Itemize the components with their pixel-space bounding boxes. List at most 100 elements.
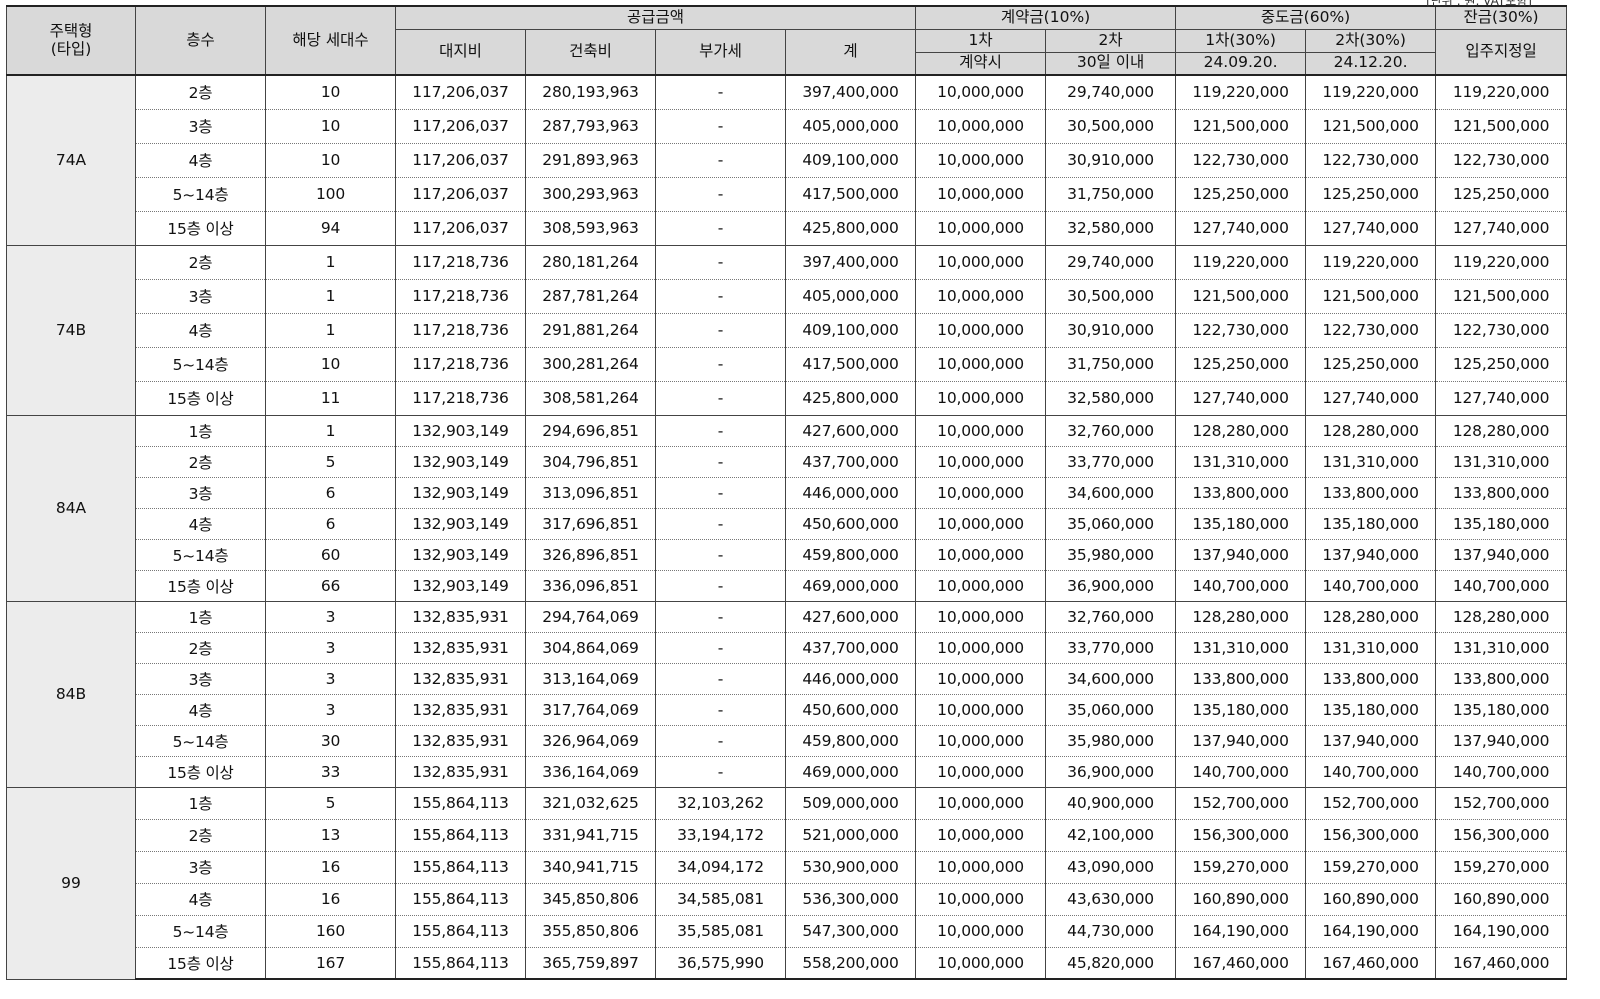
balance-cell: 159,270,000	[1435, 851, 1568, 884]
deposit-1-cell: 10,000,000	[915, 177, 1047, 212]
units-cell: 30	[265, 725, 396, 757]
land-cost-cell: 117,206,037	[395, 109, 526, 144]
middle-1-cell: 135,180,000	[1175, 694, 1307, 726]
building-cost-cell: 336,096,851	[525, 570, 656, 602]
deposit-1-cell: 10,000,000	[915, 632, 1047, 664]
header-mid2-when: 24.12.20.	[1305, 51, 1437, 76]
middle-1-cell: 164,190,000	[1175, 915, 1307, 948]
deposit-2-cell: 30,500,000	[1045, 109, 1177, 144]
deposit-2-cell: 35,060,000	[1045, 694, 1177, 726]
balance-cell: 122,730,000	[1435, 143, 1568, 178]
balance-cell: 121,500,000	[1435, 109, 1568, 144]
units-cell: 3	[265, 663, 396, 695]
floor-cell: 15층 이상	[135, 211, 266, 246]
land-cost-cell: 155,864,113	[395, 819, 526, 852]
units-cell: 3	[265, 632, 396, 664]
deposit-1-cell: 10,000,000	[915, 819, 1047, 852]
deposit-2-cell: 36,900,000	[1045, 756, 1177, 788]
balance-cell: 127,740,000	[1435, 211, 1568, 246]
units-cell: 6	[265, 477, 396, 509]
land-cost-cell: 117,206,037	[395, 177, 526, 212]
floor-cell: 2층	[135, 75, 266, 110]
middle-1-cell: 125,250,000	[1175, 177, 1307, 212]
total-cell: 469,000,000	[784, 570, 917, 602]
land-cost-cell: 117,218,736	[395, 347, 526, 382]
building-cost-cell: 308,581,264	[525, 381, 656, 416]
units-cell: 5	[265, 787, 396, 820]
type-cell: 99	[6, 787, 136, 980]
building-cost-cell: 300,293,963	[525, 177, 656, 212]
units-cell: 94	[265, 211, 396, 246]
balance-cell: 122,730,000	[1435, 313, 1568, 348]
middle-2-cell: 121,500,000	[1305, 279, 1437, 314]
vat-cell: 33,194,172	[655, 819, 786, 852]
deposit-1-cell: 10,000,000	[915, 787, 1047, 820]
units-cell: 66	[265, 570, 396, 602]
deposit-1-cell: 10,000,000	[915, 279, 1047, 314]
vat-cell: -	[655, 756, 786, 788]
vat-cell: -	[655, 313, 786, 348]
total-cell: 417,500,000	[784, 177, 917, 212]
table-row: 2층 5 132,903,149 304,796,851-437,700,000 10,…	[7, 446, 1568, 478]
land-cost-cell: 117,218,736	[395, 279, 526, 314]
building-cost-cell: 304,864,069	[525, 632, 656, 664]
building-cost-cell: 317,696,851	[525, 508, 656, 540]
middle-2-cell: 122,730,000	[1305, 313, 1437, 348]
deposit-2-cell: 45,820,000	[1045, 947, 1177, 980]
vat-cell: 34,094,172	[655, 851, 786, 884]
building-cost-cell: 313,164,069	[525, 663, 656, 695]
floor-cell: 2층	[135, 446, 266, 478]
middle-2-cell: 127,740,000	[1305, 211, 1437, 246]
building-cost-cell: 326,964,069	[525, 725, 656, 757]
building-cost-cell: 291,893,963	[525, 143, 656, 178]
vat-cell: -	[655, 632, 786, 664]
floor-cell: 1층	[135, 415, 266, 447]
land-cost-cell: 132,835,931	[395, 632, 526, 664]
units-cell: 5	[265, 446, 396, 478]
middle-2-cell: 121,500,000	[1305, 109, 1437, 144]
type-cell: 74B	[6, 245, 136, 416]
units-cell: 10	[265, 109, 396, 144]
total-cell: 437,700,000	[784, 632, 917, 664]
vat-cell: -	[655, 279, 786, 314]
table-row: 3층 10 117,206,037 287,793,963-405,000,000 10…	[7, 109, 1568, 144]
units-cell: 10	[265, 143, 396, 178]
deposit-2-cell: 43,090,000	[1045, 851, 1177, 884]
floor-cell: 15층 이상	[135, 381, 266, 416]
floor-cell: 15층 이상	[135, 756, 266, 788]
deposit-1-cell: 10,000,000	[915, 725, 1047, 757]
deposit-2-cell: 32,580,000	[1045, 381, 1177, 416]
building-cost-cell: 365,759,897	[525, 947, 656, 980]
header-dep1-when: 계약시	[915, 51, 1047, 76]
deposit-1-cell: 10,000,000	[915, 883, 1047, 916]
total-cell: 459,800,000	[784, 539, 917, 571]
land-cost-cell: 132,835,931	[395, 694, 526, 726]
middle-1-cell: 122,730,000	[1175, 143, 1307, 178]
deposit-1-cell: 10,000,000	[915, 694, 1047, 726]
middle-1-cell: 128,280,000	[1175, 415, 1307, 447]
deposit-2-cell: 31,750,000	[1045, 177, 1177, 212]
balance-cell: 125,250,000	[1435, 177, 1568, 212]
header-mid1: 1차(30%)	[1175, 28, 1307, 53]
vat-cell: -	[655, 601, 786, 633]
total-cell: 405,000,000	[784, 109, 917, 144]
middle-1-cell: 135,180,000	[1175, 508, 1307, 540]
middle-1-cell: 140,700,000	[1175, 570, 1307, 602]
building-cost-cell: 340,941,715	[525, 851, 656, 884]
deposit-1-cell: 10,000,000	[915, 75, 1047, 110]
floor-cell: 4층	[135, 508, 266, 540]
deposit-1-cell: 10,000,000	[915, 109, 1047, 144]
building-cost-cell: 317,764,069	[525, 694, 656, 726]
balance-cell: 140,700,000	[1435, 570, 1568, 602]
land-cost-cell: 155,864,113	[395, 851, 526, 884]
table-row: 5~14층 60 132,903,149 326,896,851-459,800,00…	[7, 539, 1568, 571]
total-cell: 547,300,000	[784, 915, 917, 948]
table-row: 84B 1층 3 132,835,931 294,764,069-427,600,000…	[6, 601, 1568, 788]
balance-cell: 137,940,000	[1435, 539, 1568, 571]
floor-cell: 3층	[135, 663, 266, 695]
units-cell: 1	[265, 313, 396, 348]
units-cell: 167	[265, 947, 396, 980]
vat-cell: -	[655, 245, 786, 280]
middle-2-cell: 127,740,000	[1305, 381, 1437, 416]
building-cost-cell: 321,032,625	[525, 787, 656, 820]
